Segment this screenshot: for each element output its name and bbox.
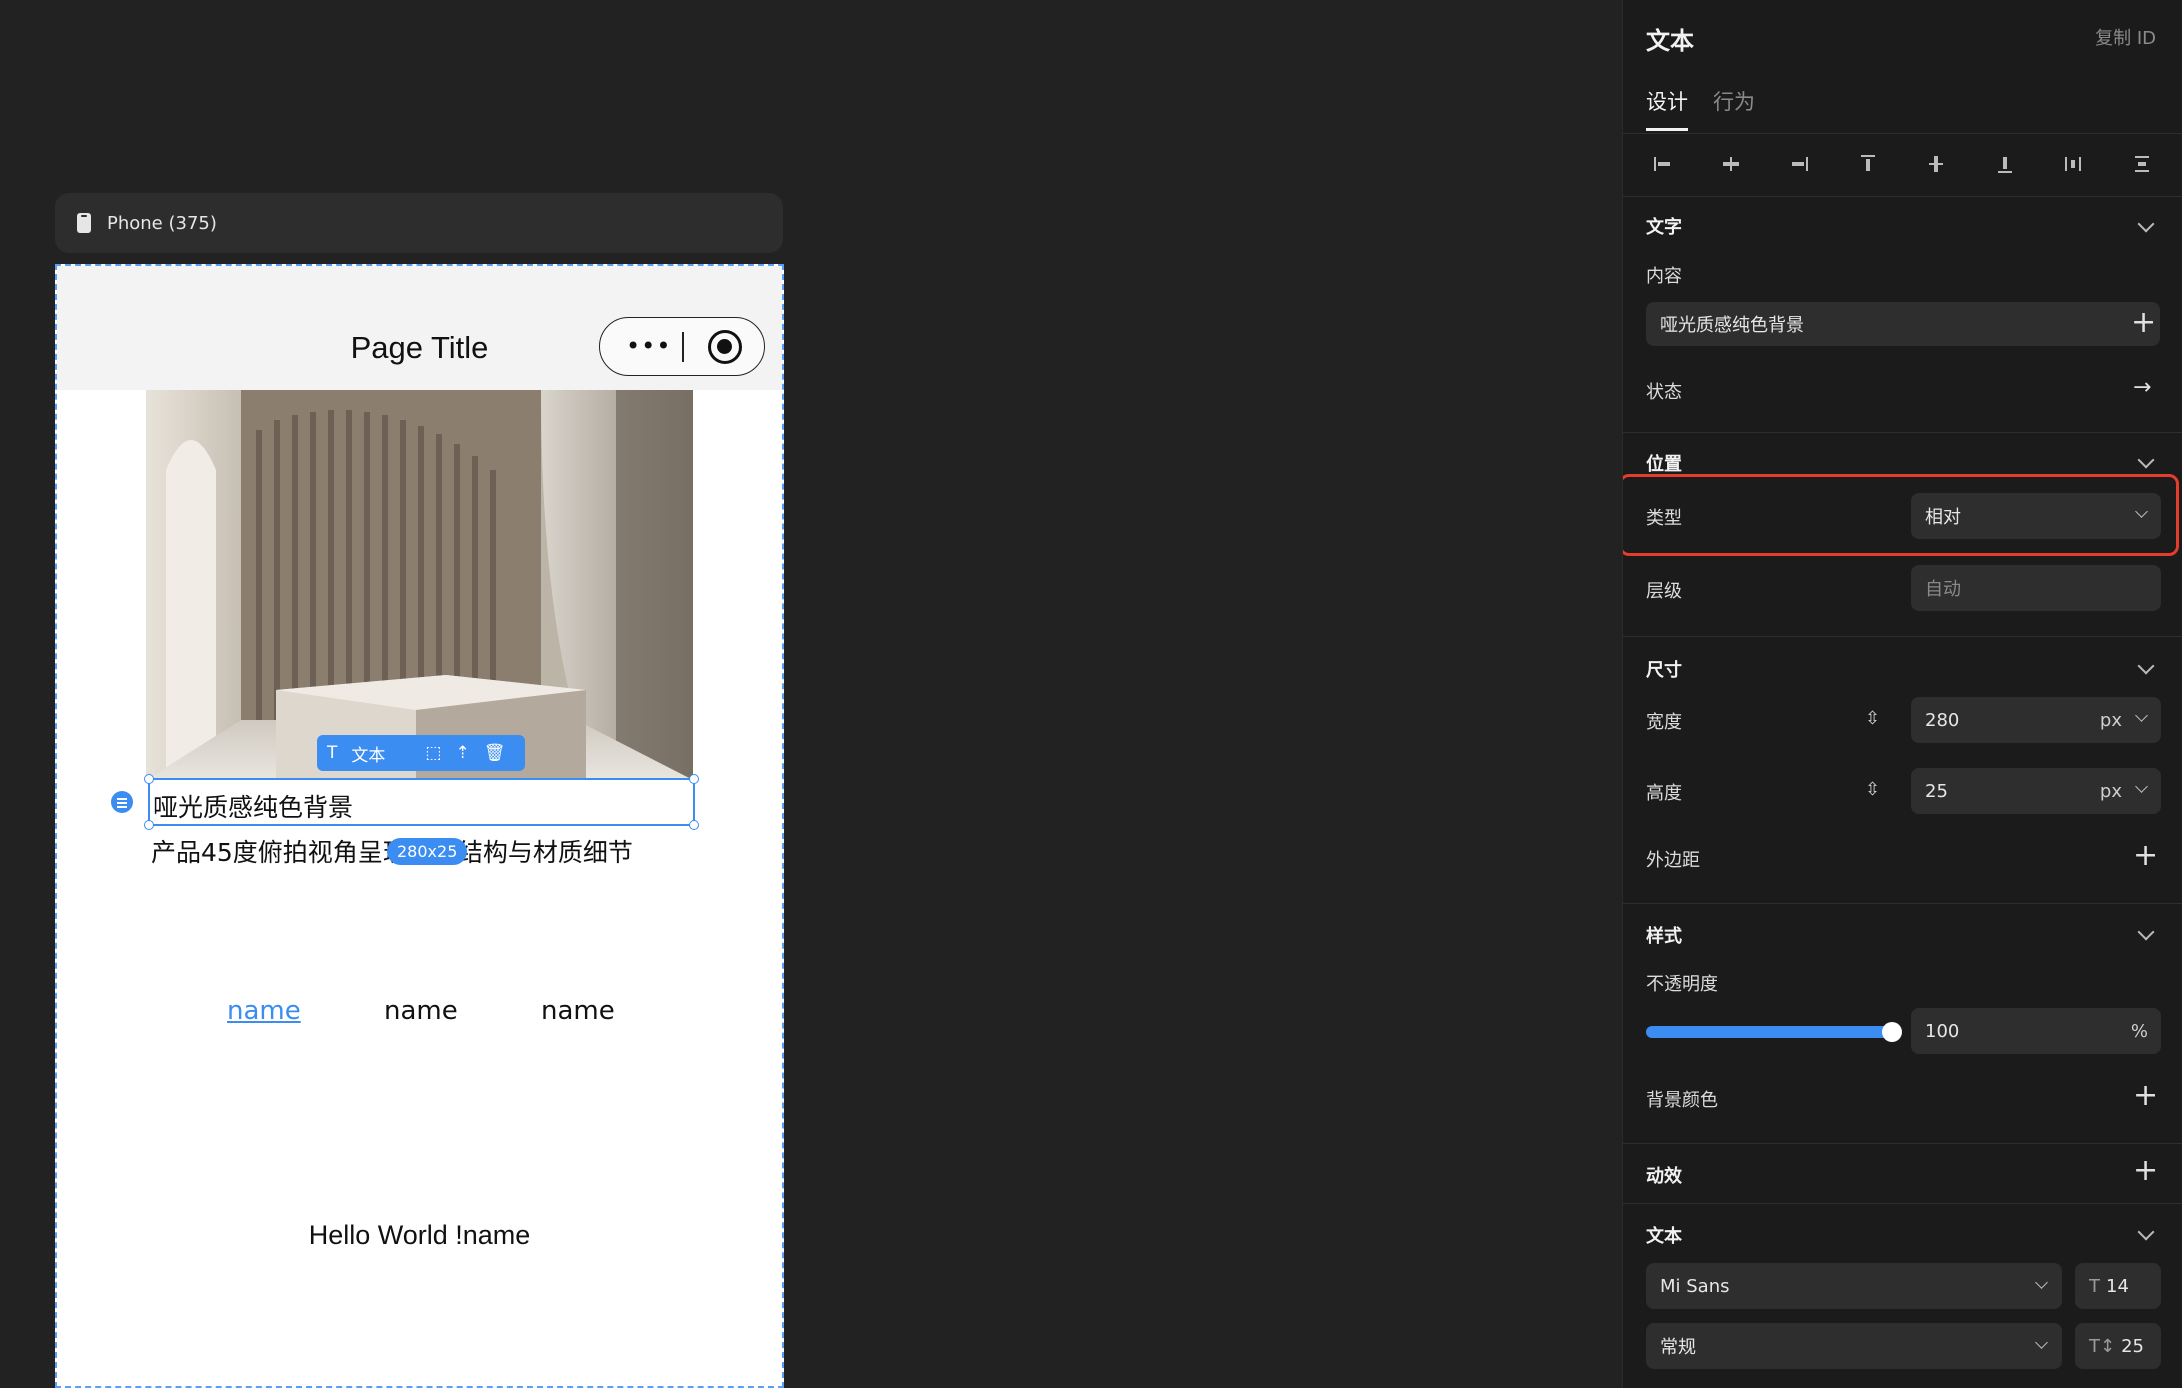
font-size-icon: T (2089, 1275, 2100, 1297)
navigation-bar: Page Title ••• (57, 266, 782, 390)
opacity-slider-thumb[interactable] (1882, 1022, 1902, 1042)
collapse-style-section-icon[interactable] (2137, 923, 2155, 941)
position-section-title: 位置 (1646, 454, 1682, 475)
align-left-icon[interactable] (1651, 152, 1675, 176)
collapse-position-section-icon[interactable] (2137, 451, 2155, 469)
type-select[interactable]: 相对 (1911, 493, 2161, 539)
content-field[interactable]: 哑光质感纯色背景 (1646, 302, 2160, 346)
width-unit[interactable]: px (2100, 710, 2122, 731)
animation-section-title: 动效 (1646, 1166, 1682, 1187)
height-constraint-icon[interactable]: ⇳ (1865, 779, 1880, 800)
selected-text-content[interactable]: 哑光质感纯色背景 (153, 788, 353, 824)
font-family-select[interactable]: Mi Sans (1646, 1263, 2062, 1309)
width-constraint-icon[interactable]: ⇳ (1865, 708, 1880, 729)
font-section-title: 文本 (1646, 1226, 1682, 1247)
level-field[interactable]: 自动 (1911, 565, 2161, 611)
add-bg-color-icon[interactable]: + (2133, 1081, 2158, 1111)
room-illustration (146, 390, 693, 780)
type-value: 相对 (1925, 507, 1961, 528)
line-height-value: 25 (2121, 1335, 2144, 1357)
state-label: 状态 (1646, 382, 1682, 403)
size-badge: 280x25 (387, 838, 468, 865)
bg-color-label: 背景颜色 (1646, 1090, 1718, 1111)
close-target-icon[interactable] (708, 330, 742, 364)
line-height-icon: T↕ (2089, 1335, 2116, 1357)
toolbar-text-label[interactable]: 文本 (351, 741, 385, 766)
copy-id-button[interactable]: 复制 ID (2095, 24, 2156, 50)
collapse-text-section-icon[interactable] (2137, 215, 2155, 233)
font-family-value: Mi Sans (1660, 1275, 1730, 1297)
width-value: 280 (1925, 709, 1960, 731)
selected-text-element[interactable]: 哑光质感纯色背景 (144, 774, 699, 830)
hello-text[interactable]: Hello World !name (57, 1220, 782, 1251)
opacity-label: 不透明度 (1646, 974, 1718, 995)
collapse-size-section-icon[interactable] (2137, 657, 2155, 675)
properties-panel: 文本 复制 ID 设计 行为 文字 内容 哑光质感纯色背景 + 状态 → 位置 … (1622, 0, 2182, 1388)
add-content-icon[interactable]: + (2131, 308, 2156, 338)
more-icon[interactable]: ••• (626, 334, 671, 358)
panel-title: 文本 (1646, 27, 1694, 55)
font-size-value: 14 (2106, 1275, 2129, 1297)
width-label: 宽度 (1646, 712, 1682, 733)
height-value: 25 (1925, 780, 1948, 802)
nav-tab-1[interactable]: name (227, 996, 301, 1026)
resize-handle-tl[interactable] (144, 774, 154, 784)
style-section-title: 样式 (1646, 926, 1682, 947)
move-up-icon[interactable]: ⇡ (455, 743, 469, 763)
align-center-h-icon[interactable] (1719, 152, 1743, 176)
distribute-h-icon[interactable] (2061, 152, 2085, 176)
align-center-v-icon[interactable] (1924, 152, 1948, 176)
phone-icon (77, 213, 91, 233)
add-margin-icon[interactable]: + (2133, 841, 2158, 871)
level-label: 层级 (1646, 581, 1682, 602)
state-arrow-icon[interactable]: → (2133, 375, 2151, 400)
collapse-font-section-icon[interactable] (2137, 1223, 2155, 1241)
layer-handle-icon[interactable] (111, 791, 133, 813)
height-label: 高度 (1646, 783, 1682, 804)
nav-tab-2[interactable]: name (384, 996, 458, 1026)
hero-image[interactable] (146, 390, 693, 780)
resize-handle-bl[interactable] (144, 820, 154, 830)
nav-tabs: name name name (57, 996, 782, 1036)
menu-capsule[interactable]: ••• (599, 317, 765, 376)
level-placeholder: 自动 (1925, 579, 1961, 600)
tab-behavior[interactable]: 行为 (1713, 86, 1755, 116)
resize-handle-tr[interactable] (689, 774, 699, 784)
add-animation-icon[interactable]: + (2133, 1156, 2158, 1186)
font-weight-value: 常规 (1660, 1337, 1696, 1358)
line-height-field[interactable]: T↕ 25 (2075, 1323, 2161, 1369)
capsule-divider (682, 332, 684, 362)
tab-design[interactable]: 设计 (1646, 86, 1688, 116)
font-size-field[interactable]: T 14 (2075, 1263, 2161, 1309)
device-label[interactable]: Phone (375) (55, 193, 783, 253)
nav-tab-3[interactable]: name (541, 996, 615, 1026)
device-label-text: Phone (375) (107, 212, 217, 234)
font-weight-select[interactable]: 常规 (1646, 1323, 2062, 1369)
distribute-v-icon[interactable] (2130, 152, 2154, 176)
align-bottom-icon[interactable] (1993, 152, 2017, 176)
element-toolbar: T 文本 ⬚ ⇡ 🗑 (317, 735, 525, 771)
text-type-icon: T (327, 743, 338, 763)
content-label: 内容 (1646, 266, 1682, 287)
text-section-title: 文字 (1646, 217, 1682, 238)
delete-icon[interactable]: 🗑 (484, 743, 506, 763)
height-field[interactable]: 25 (1911, 768, 2161, 814)
size-section-title: 尺寸 (1646, 660, 1682, 681)
active-tab-indicator (1646, 128, 1688, 131)
select-parent-icon[interactable]: ⬚ (425, 743, 441, 763)
width-field[interactable]: 280 (1911, 697, 2161, 743)
opacity-value: 100 (1925, 1020, 1960, 1042)
align-right-icon[interactable] (1787, 152, 1811, 176)
align-top-icon[interactable] (1856, 152, 1880, 176)
opacity-field[interactable]: 100 (1911, 1008, 2161, 1054)
margin-label: 外边距 (1646, 850, 1700, 871)
content-value: 哑光质感纯色背景 (1660, 315, 1804, 336)
resize-handle-br[interactable] (689, 820, 699, 830)
opacity-slider[interactable] (1646, 1026, 1892, 1038)
height-unit[interactable]: px (2100, 781, 2122, 802)
phone-frame: Page Title ••• T 文本 ⬚ ⇡ 🗑 哑光质感纯色背景 280x2… (55, 264, 784, 1388)
opacity-unit: % (2130, 1021, 2148, 1042)
type-label: 类型 (1646, 508, 1682, 529)
